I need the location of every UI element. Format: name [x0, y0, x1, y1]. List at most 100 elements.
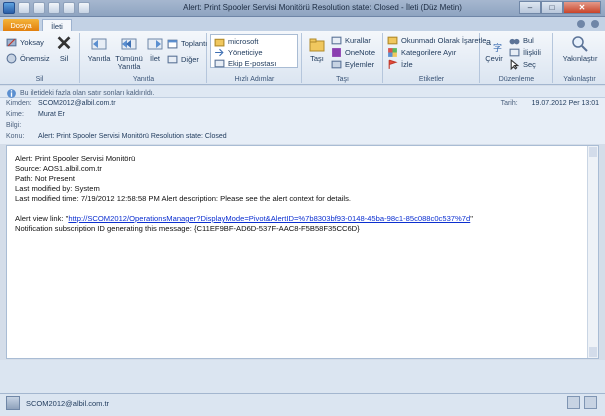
link-suffix: "	[470, 214, 473, 223]
group-delete: Yoksay Önemsiz ✕ Sil Sil	[0, 33, 80, 83]
translate-button[interactable]: a字 Çevir	[483, 35, 505, 63]
binoculars-icon	[509, 38, 520, 45]
junk-button[interactable]: Önemsiz	[6, 53, 50, 64]
message-headers: Kimden: SCOM2012@albil.com.tr Tarih: 19.…	[0, 98, 605, 144]
people-pane: SCOM2012@albil.com.tr	[0, 360, 605, 416]
cc-label: Bilgi:	[6, 122, 22, 129]
subject-value: Alert: Print Spooler Servisi Monitörü Re…	[38, 133, 227, 140]
maximize-button[interactable]: □	[541, 1, 563, 14]
group-editing: a字 Çevir Bul İlişkili Seç Düzenleme	[481, 33, 553, 83]
up-arrow-icon[interactable]	[63, 2, 75, 14]
more-button[interactable]: Diğer	[167, 54, 199, 65]
ignore-icon	[6, 38, 17, 47]
group-label-editing: Düzenleme	[498, 76, 535, 83]
link-prefix: Alert view link: "	[15, 214, 69, 223]
flag-icon	[388, 59, 398, 69]
zoom-button[interactable]: Yakınlaştır	[558, 35, 602, 63]
window-controls: – □ ✕	[519, 1, 601, 14]
date-label: Tarih:	[500, 100, 518, 107]
redo-icon[interactable]	[48, 2, 60, 14]
save-icon[interactable]	[18, 2, 30, 14]
reply-button[interactable]: Yanıtla	[85, 35, 113, 63]
ribbon-controls	[577, 20, 599, 28]
more-icon	[167, 55, 178, 64]
related-icon	[509, 48, 520, 57]
delete-button[interactable]: ✕ Sil	[52, 33, 76, 63]
reply-icon	[91, 38, 107, 50]
message-line: Source: AOS1.albil.com.tr	[15, 164, 102, 173]
move-button[interactable]: Taşı	[305, 35, 329, 63]
undo-icon[interactable]	[33, 2, 45, 14]
meeting-icon	[167, 39, 178, 49]
title-bar: Alert: Print Spooler Servisi Monitörü Re…	[0, 0, 605, 17]
alert-link-line: Alert view link: "http://SCOM2012/Operat…	[15, 214, 473, 224]
to-row: Kime: Murat Er	[6, 111, 65, 118]
group-label-delete: Sil	[35, 76, 44, 83]
svg-text:字: 字	[493, 42, 502, 53]
from-label: Kimden:	[6, 100, 32, 107]
message-line: Path: Not Present	[15, 174, 75, 183]
onenote-button[interactable]: OneNote	[331, 47, 375, 58]
find-button[interactable]: Bul	[509, 35, 534, 46]
minimize-button[interactable]: –	[519, 1, 541, 14]
quick-access-toolbar	[3, 2, 90, 14]
group-label-quicksteps: Hızlı Adımlar	[234, 76, 275, 83]
quickstep-manager[interactable]: Yöneticiye	[214, 47, 263, 58]
ignore-button[interactable]: Yoksay	[6, 37, 44, 48]
single-contact-view-icon[interactable]	[567, 396, 580, 409]
group-quicksteps: microsoft Yöneticiye Ekip E-postası Hızl…	[208, 33, 302, 83]
vertical-scrollbar[interactable]	[587, 146, 598, 358]
cursor-icon	[510, 59, 520, 70]
rules-button[interactable]: Kurallar	[331, 35, 371, 46]
reply-all-button[interactable]: Tümünü Yanıtla	[114, 35, 144, 71]
from-value[interactable]: SCOM2012@albil.com.tr	[38, 100, 116, 107]
group-label-respond: Yanıtla	[132, 76, 155, 83]
cc-row: Bilgi:	[6, 122, 38, 129]
actions-button[interactable]: Eylemler	[331, 59, 374, 70]
help-icon[interactable]	[591, 20, 599, 28]
meeting-button[interactable]: Toplantı	[167, 38, 207, 49]
subject-row: Konu: Alert: Print Spooler Servisi Monit…	[6, 133, 227, 140]
categorize-button[interactable]: Kategorilere Ayır	[387, 47, 456, 58]
from-row: Kimden: SCOM2012@albil.com.tr	[6, 100, 116, 107]
close-button[interactable]: ✕	[563, 1, 601, 14]
date-row: Tarih: 19.07.2012 Per 13:01	[501, 100, 599, 107]
select-button[interactable]: Seç	[509, 59, 536, 70]
quickstep-team-email[interactable]: Ekip E-postası	[214, 58, 276, 69]
scroll-down-arrow[interactable]	[589, 347, 597, 357]
info-bar[interactable]: Bu iletideki fazla olan satır sonları ka…	[0, 86, 605, 98]
alert-view-link[interactable]: http://SCOM2012/OperationsManager?Displa…	[68, 214, 470, 223]
scroll-up-arrow[interactable]	[589, 147, 597, 157]
multi-contact-view-icon[interactable]	[584, 396, 597, 409]
mark-unread-button[interactable]: Okunmadı Olarak İşaretle	[387, 35, 486, 46]
group-tags: Okunmadı Olarak İşaretle Kategorilere Ay…	[384, 33, 486, 83]
ribbon: Yoksay Önemsiz ✕ Sil Sil Yanıtla Tümünü …	[0, 31, 605, 85]
group-label-tags: Etiketler	[418, 76, 445, 83]
date-value: 19.07.2012 Per 13:01	[531, 100, 599, 107]
window-title: Alert: Print Spooler Servisi Monitörü Re…	[183, 3, 462, 12]
down-arrow-icon[interactable]	[78, 2, 90, 14]
junk-icon	[6, 53, 17, 64]
message-line: Last modified by: System	[15, 184, 100, 193]
delete-x-icon: ✕	[55, 33, 73, 55]
message-text: Alert: Print Spooler Servisi Monitörü So…	[15, 154, 473, 234]
related-button[interactable]: İlişkili	[509, 47, 541, 58]
message-line: Last modified time: 7/19/2012 12:58:58 P…	[15, 194, 352, 203]
ribbon-minimize-icon[interactable]	[577, 20, 585, 28]
follow-up-button[interactable]: İzle	[387, 59, 413, 70]
message-body[interactable]: Alert: Print Spooler Servisi Monitörü So…	[6, 145, 599, 359]
group-zoom: Yakınlaştır Yakınlaştır	[554, 33, 605, 83]
team-email-icon	[214, 59, 225, 68]
actions-icon	[331, 60, 342, 69]
quickstep-microsoft[interactable]: microsoft	[214, 36, 258, 47]
forward-button[interactable]: İlet	[145, 35, 165, 63]
people-pane-sender[interactable]: SCOM2012@albil.com.tr	[6, 396, 109, 410]
outlook-app-icon[interactable]	[3, 2, 15, 14]
rules-icon	[331, 36, 342, 45]
message-line: Alert: Print Spooler Servisi Monitörü	[15, 154, 136, 163]
group-move: Taşı Kurallar OneNote Eylemler Taşı	[303, 33, 383, 83]
to-value[interactable]: Murat Er	[38, 111, 65, 118]
ribbon-tabs: Dosya İleti	[0, 17, 605, 32]
to-label: Kime:	[6, 111, 24, 118]
people-pane-divider	[0, 393, 605, 394]
